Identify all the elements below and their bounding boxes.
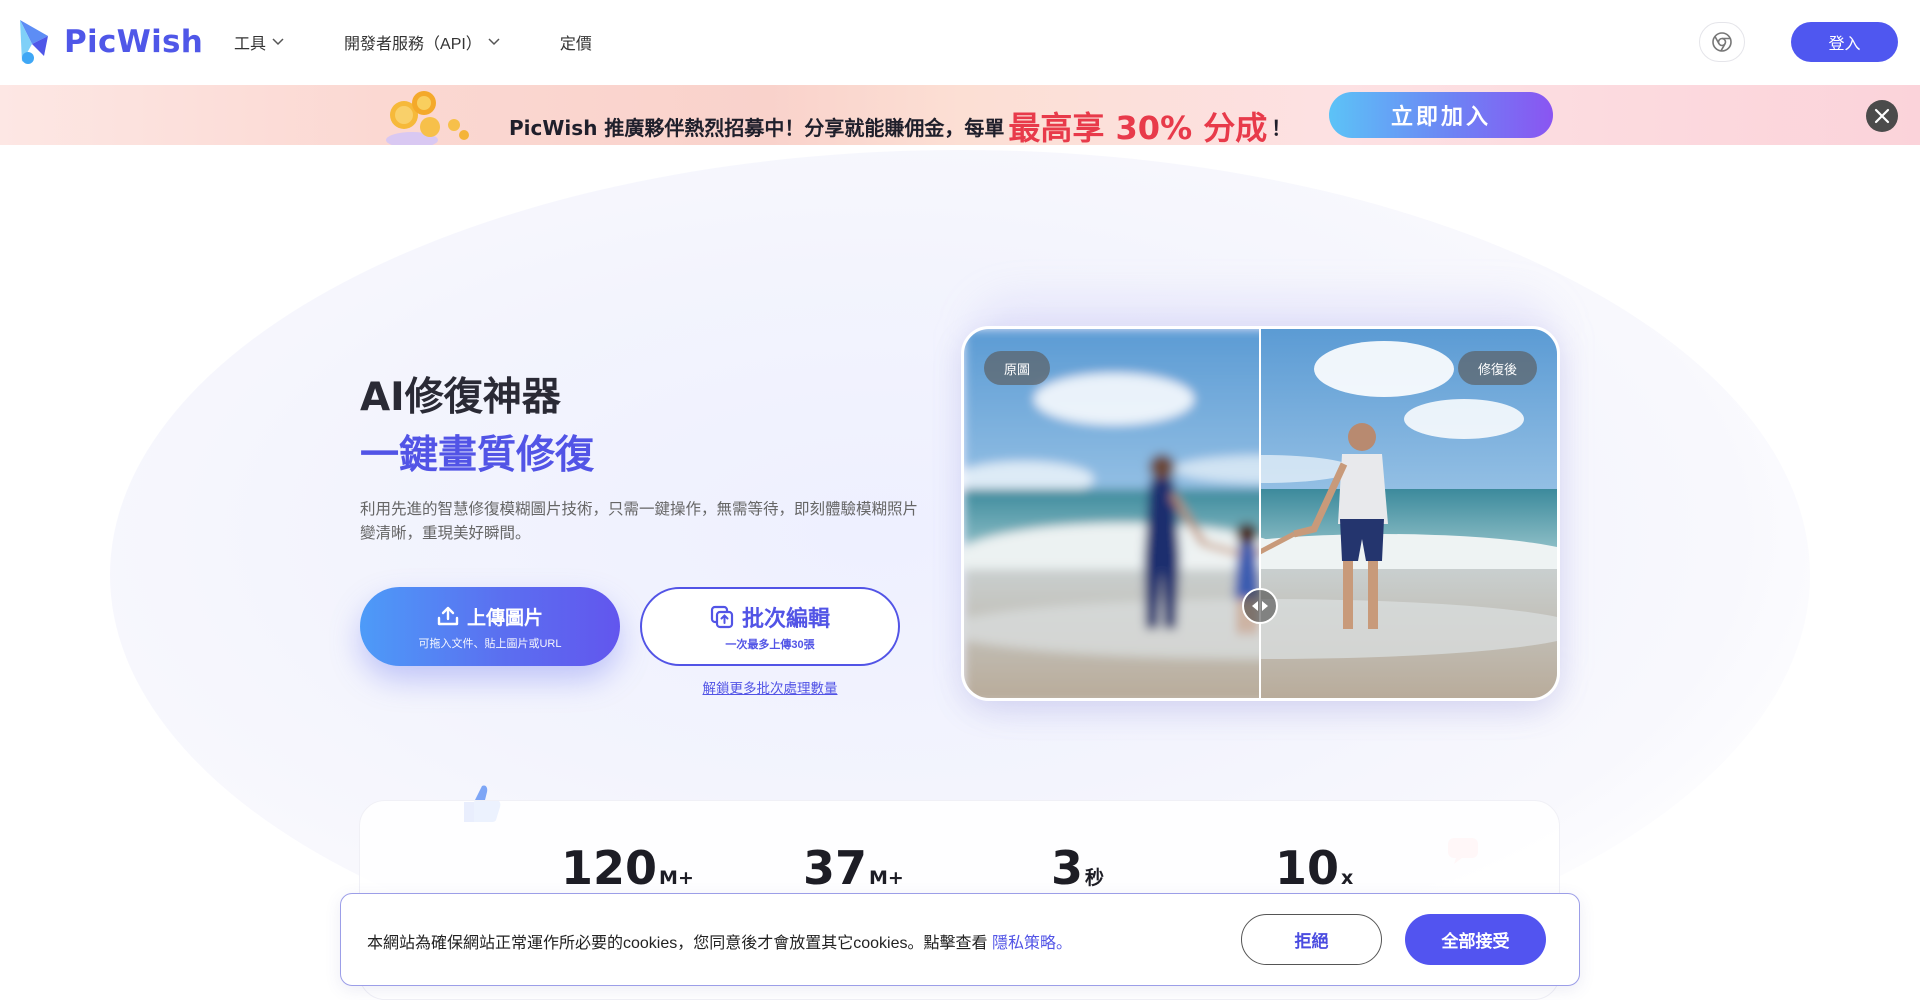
join-now-button[interactable]: 立即加入	[1329, 92, 1553, 138]
stat-item: 3 秒	[1051, 841, 1104, 895]
accept-all-cookies-button[interactable]: 全部接受	[1405, 914, 1546, 965]
batch-hint: 一次最多上傳30張	[725, 639, 815, 651]
header-actions: 登入	[1699, 22, 1898, 62]
stat-unit: M+	[659, 867, 694, 889]
batch-edit-button[interactable]: 批次編輯 一次最多上傳30張	[640, 587, 900, 666]
brand-logo[interactable]: PicWish	[18, 18, 203, 66]
batch-label: 批次編輯	[741, 607, 830, 632]
cookie-consent-bar: 本網站為確保網站正常運作所必要的cookies，您同意後才會放置其它cookie…	[340, 893, 1580, 986]
nav-item-tools[interactable]: 工具	[234, 30, 284, 54]
batch-upload-icon	[710, 605, 734, 629]
stat-value: 3	[1051, 841, 1084, 895]
chevron-down-icon	[272, 38, 284, 46]
batch-button-main: 批次編輯	[710, 601, 830, 633]
nav-item-pricing[interactable]: 定價	[560, 30, 592, 54]
stat-value: 120	[561, 841, 658, 895]
stat-item: 120 M+	[561, 841, 694, 895]
coins-illustration-icon	[386, 91, 469, 145]
promo-text-before: PicWish 推廣夥伴熱烈招募中！分享就能賺佣金，每單	[509, 116, 1005, 140]
stat-unit: M+	[869, 867, 904, 889]
cookie-message: 本網站為確保網站正常運作所必要的cookies，您同意後才會放置其它cookie…	[367, 929, 1072, 953]
upload-image-button[interactable]: 上傳圖片 可拖入文件、貼上圖片或URL	[360, 587, 620, 666]
close-icon	[1874, 108, 1890, 124]
after-label: 修復後	[1457, 351, 1537, 385]
nav-item-label: 工具	[234, 36, 267, 53]
nav-item-label: 開發者服務（API）	[344, 36, 482, 53]
promo-message: PicWish 推廣夥伴熱烈招募中！分享就能賺佣金，每單 最高享 30% 分成！	[509, 99, 1291, 145]
cookie-text: 本網站為確保網站正常運作所必要的cookies，您同意後才會放置其它cookie…	[367, 935, 988, 952]
chevron-down-icon	[488, 38, 500, 46]
nav-item-label: 定價	[559, 36, 592, 53]
hero-description: 利用先進的智慧修復模糊圖片技術，只需一鍵操作，無需等待，即刻體驗模糊照片變清晰，…	[360, 501, 919, 542]
upload-icon	[437, 606, 459, 626]
reject-cookies-button[interactable]: 拒絕	[1241, 914, 1382, 965]
before-label: 原圖	[984, 351, 1051, 385]
upload-button-main: 上傳圖片	[437, 603, 543, 630]
beach-photo-image	[964, 329, 1560, 701]
picwish-logo-icon	[20, 20, 48, 64]
promo-highlight: 最高享 30% 分成	[1008, 109, 1268, 145]
promo-text-after: ！	[1271, 116, 1292, 140]
privacy-policy-link[interactable]: 隱私策略。	[992, 935, 1072, 952]
stat-item: 37 M+	[803, 841, 904, 895]
compare-slider-handle[interactable]	[1242, 588, 1278, 624]
promo-banner: PicWish 推廣夥伴熱烈招募中！分享就能賺佣金，每單 最高享 30% 分成！ …	[0, 85, 1920, 145]
stat-item: 10 x	[1275, 841, 1353, 895]
upload-hint: 可拖入文件、貼上圖片或URL	[418, 637, 562, 650]
nav-item-api[interactable]: 開發者服務（API）	[344, 30, 500, 54]
hero-subtitle: 一鍵畫質修復	[360, 433, 595, 478]
drag-arrows-icon	[1252, 601, 1268, 611]
stat-unit: 秒	[1085, 867, 1105, 889]
promo-close-button[interactable]	[1866, 100, 1898, 132]
main-nav: 工具 開發者服務（API） 定價	[234, 30, 652, 54]
hero-title: AI修復神器	[360, 375, 561, 420]
before-after-compare[interactable]: 原圖 修復後	[961, 326, 1560, 701]
stat-value: 37	[803, 841, 868, 895]
unlock-batch-link[interactable]: 解鎖更多批次處理數量	[640, 677, 900, 697]
brand-name: PicWish	[64, 24, 204, 60]
site-header: PicWish 工具 開發者服務（API） 定價 登入	[0, 0, 1920, 85]
compare-divider	[1259, 329, 1261, 698]
stat-value: 10	[1275, 841, 1340, 895]
chrome-extension-button[interactable]	[1699, 22, 1745, 62]
chrome-icon	[1712, 32, 1732, 52]
login-button[interactable]: 登入	[1791, 22, 1898, 62]
upload-label: 上傳圖片	[466, 606, 543, 629]
stat-unit: x	[1341, 867, 1354, 889]
